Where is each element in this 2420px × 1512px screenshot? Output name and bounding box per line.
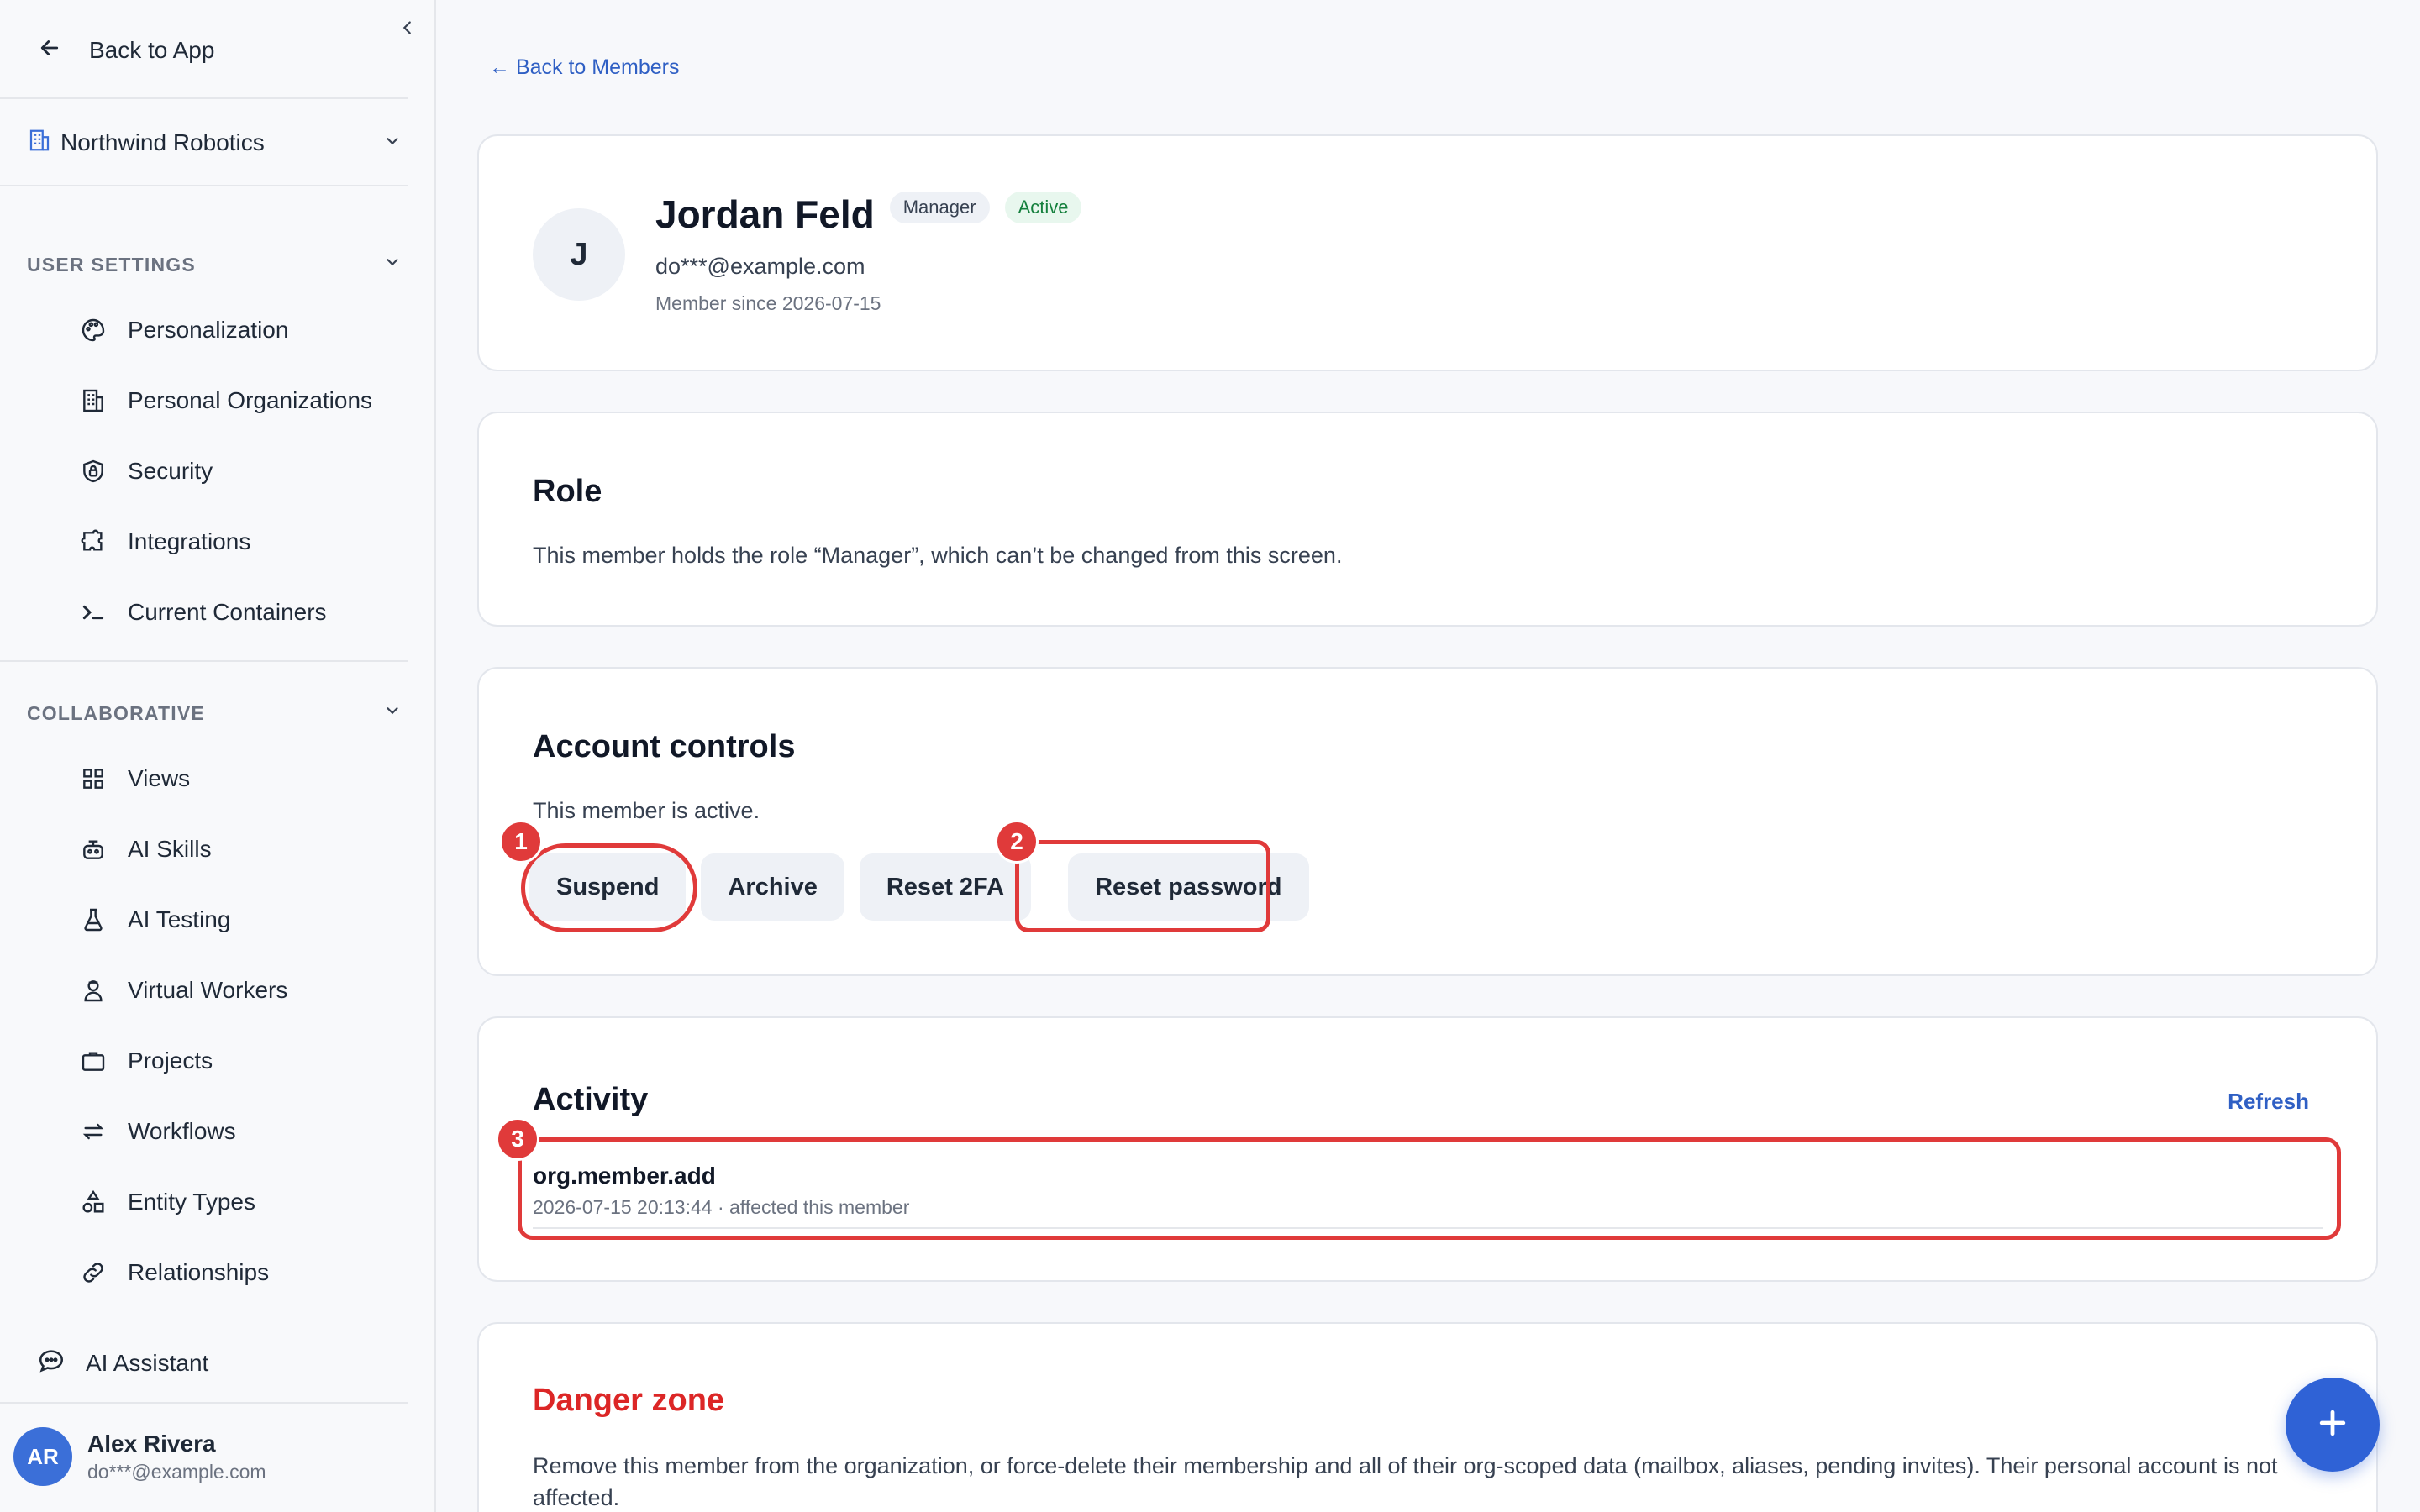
role-card: Role This member holds the role “Manager… <box>477 412 2378 627</box>
arrow-left-icon <box>37 35 62 66</box>
puzzle-icon <box>79 528 108 556</box>
chevron-left-icon <box>398 18 417 41</box>
sidebar-item-entity-types[interactable]: Entity Types <box>79 1181 255 1223</box>
member-avatar: J <box>533 208 625 301</box>
account-controls-card: Account controls This member is active. … <box>477 667 2378 976</box>
sidebar-item-integrations[interactable]: Integrations <box>79 521 250 563</box>
sidebar-item-projects[interactable]: Projects <box>79 1040 213 1082</box>
chevron-down-icon <box>383 701 402 725</box>
plus-icon <box>2314 1404 2351 1446</box>
chat-bubble-icon <box>37 1347 66 1381</box>
archive-button[interactable]: Archive <box>701 853 844 921</box>
activity-title: Activity <box>533 1082 649 1117</box>
user-profile-menu[interactable]: AR Alex Rivera do***@example.com <box>13 1425 266 1488</box>
terminal-icon <box>79 598 108 627</box>
sidebar-item-label: Projects <box>128 1047 213 1074</box>
sidebar-item-label: Relationships <box>128 1259 270 1285</box>
robot-icon <box>79 835 108 864</box>
shapes-icon <box>79 1188 108 1216</box>
section-title: USER SETTINGS <box>27 253 196 276</box>
sidebar-item-relationships[interactable]: Relationships <box>79 1252 269 1294</box>
sidebar-item-personalization[interactable]: Personalization <box>79 309 288 351</box>
danger-zone-card: Danger zone Remove this member from the … <box>477 1322 2378 1512</box>
sidebar-item-virtual-workers[interactable]: Virtual Workers <box>79 969 287 1011</box>
building-icon <box>79 386 108 415</box>
flask-icon <box>79 906 108 934</box>
account-controls-title: Account controls <box>533 729 796 764</box>
sidebar-item-ai-skills[interactable]: AI Skills <box>79 828 212 870</box>
back-to-members-link[interactable]: ← Back to Members <box>489 55 679 80</box>
role-description: This member holds the role “Manager”, wh… <box>533 543 1343 568</box>
grid-icon <box>79 764 108 793</box>
sidebar-divider <box>0 1402 408 1404</box>
member-email: do***@example.com <box>655 254 865 279</box>
section-header-user-settings[interactable]: USER SETTINGS <box>27 248 408 281</box>
reset-2fa-button[interactable]: Reset 2FA <box>859 853 1032 921</box>
sidebar-item-label: Virtual Workers <box>128 977 288 1003</box>
chevron-down-icon <box>383 129 402 156</box>
sidebar-item-security[interactable]: Security <box>79 450 213 492</box>
shield-icon <box>79 457 108 486</box>
annotation-ring-suspend <box>521 843 697 932</box>
sidebar-item-label: Entity Types <box>128 1189 256 1215</box>
account-status-text: This member is active. <box>533 798 760 823</box>
sidebar-divider <box>0 660 408 662</box>
sidebar-item-label: Views <box>128 765 191 791</box>
link-icon <box>79 1258 108 1287</box>
annotation-ring-reset-password <box>1015 840 1270 932</box>
organization-name: Northwind Robotics <box>60 129 265 155</box>
sidebar-item-label: Current Containers <box>128 599 327 625</box>
sidebar-item-label: Workflows <box>128 1118 236 1144</box>
sidebar-item-label: Personal Organizations <box>128 387 373 413</box>
chevron-down-icon <box>383 253 402 276</box>
sidebar-item-ai-testing[interactable]: AI Testing <box>79 899 230 941</box>
section-title: COLLABORATIVE <box>27 701 205 724</box>
danger-zone-description: Remove this member from the organization… <box>533 1453 2278 1510</box>
refresh-activity-button[interactable]: Refresh <box>2228 1089 2309 1115</box>
collapse-sidebar-button[interactable] <box>395 17 420 42</box>
sidebar-item-label: Security <box>128 458 213 484</box>
role-title: Role <box>533 474 602 509</box>
danger-zone-title: Danger zone <box>533 1383 725 1418</box>
sidebar-item-personal-organizations[interactable]: Personal Organizations <box>79 380 372 422</box>
status-badge: Active <box>1004 192 1082 223</box>
member-profile-card: J Jordan Feld Manager Active do***@examp… <box>477 134 2378 371</box>
section-header-collaborative[interactable]: COLLABORATIVE <box>27 696 408 730</box>
user-email: do***@example.com <box>87 1460 266 1483</box>
sidebar-divider <box>0 185 408 186</box>
organization-switcher[interactable]: Northwind Robotics <box>27 123 408 163</box>
ai-assistant-label: AI Assistant <box>86 1350 209 1376</box>
annotation-marker-2: 2 <box>995 820 1039 864</box>
annotation-marker-1: 1 <box>499 820 543 864</box>
role-badge: Manager <box>889 192 990 223</box>
worker-icon <box>79 976 108 1005</box>
annotation-marker-3: 3 <box>496 1117 539 1161</box>
sidebar-divider <box>0 97 408 99</box>
sidebar-item-label: AI Skills <box>128 836 212 862</box>
sidebar-item-label: AI Testing <box>128 906 231 932</box>
sidebar-item-label: Integrations <box>128 528 251 554</box>
building-icon <box>27 128 52 159</box>
member-name: Jordan Feld <box>655 192 875 236</box>
sidebar-item-label: Personalization <box>128 317 289 343</box>
back-to-app-link[interactable]: Back to App <box>37 30 214 71</box>
ai-assistant-button[interactable]: AI Assistant <box>37 1342 208 1384</box>
back-to-app-label: Back to App <box>89 37 215 63</box>
annotation-ring-activity <box>518 1137 2341 1240</box>
sidebar-item-current-containers[interactable]: Current Containers <box>79 591 327 633</box>
briefcase-icon <box>79 1047 108 1075</box>
sidebar-item-workflows[interactable]: Workflows <box>79 1110 236 1152</box>
sidebar: Back to App Northwind Robotics USER SETT… <box>0 0 436 1512</box>
sidebar-item-views[interactable]: Views <box>79 758 190 800</box>
add-fab-button[interactable] <box>2286 1378 2380 1472</box>
user-name: Alex Rivera <box>87 1430 216 1457</box>
palette-icon <box>79 316 108 344</box>
member-since: Member since 2026-07-15 <box>655 292 881 314</box>
arrows-icon <box>79 1117 108 1146</box>
avatar: AR <box>13 1427 72 1486</box>
